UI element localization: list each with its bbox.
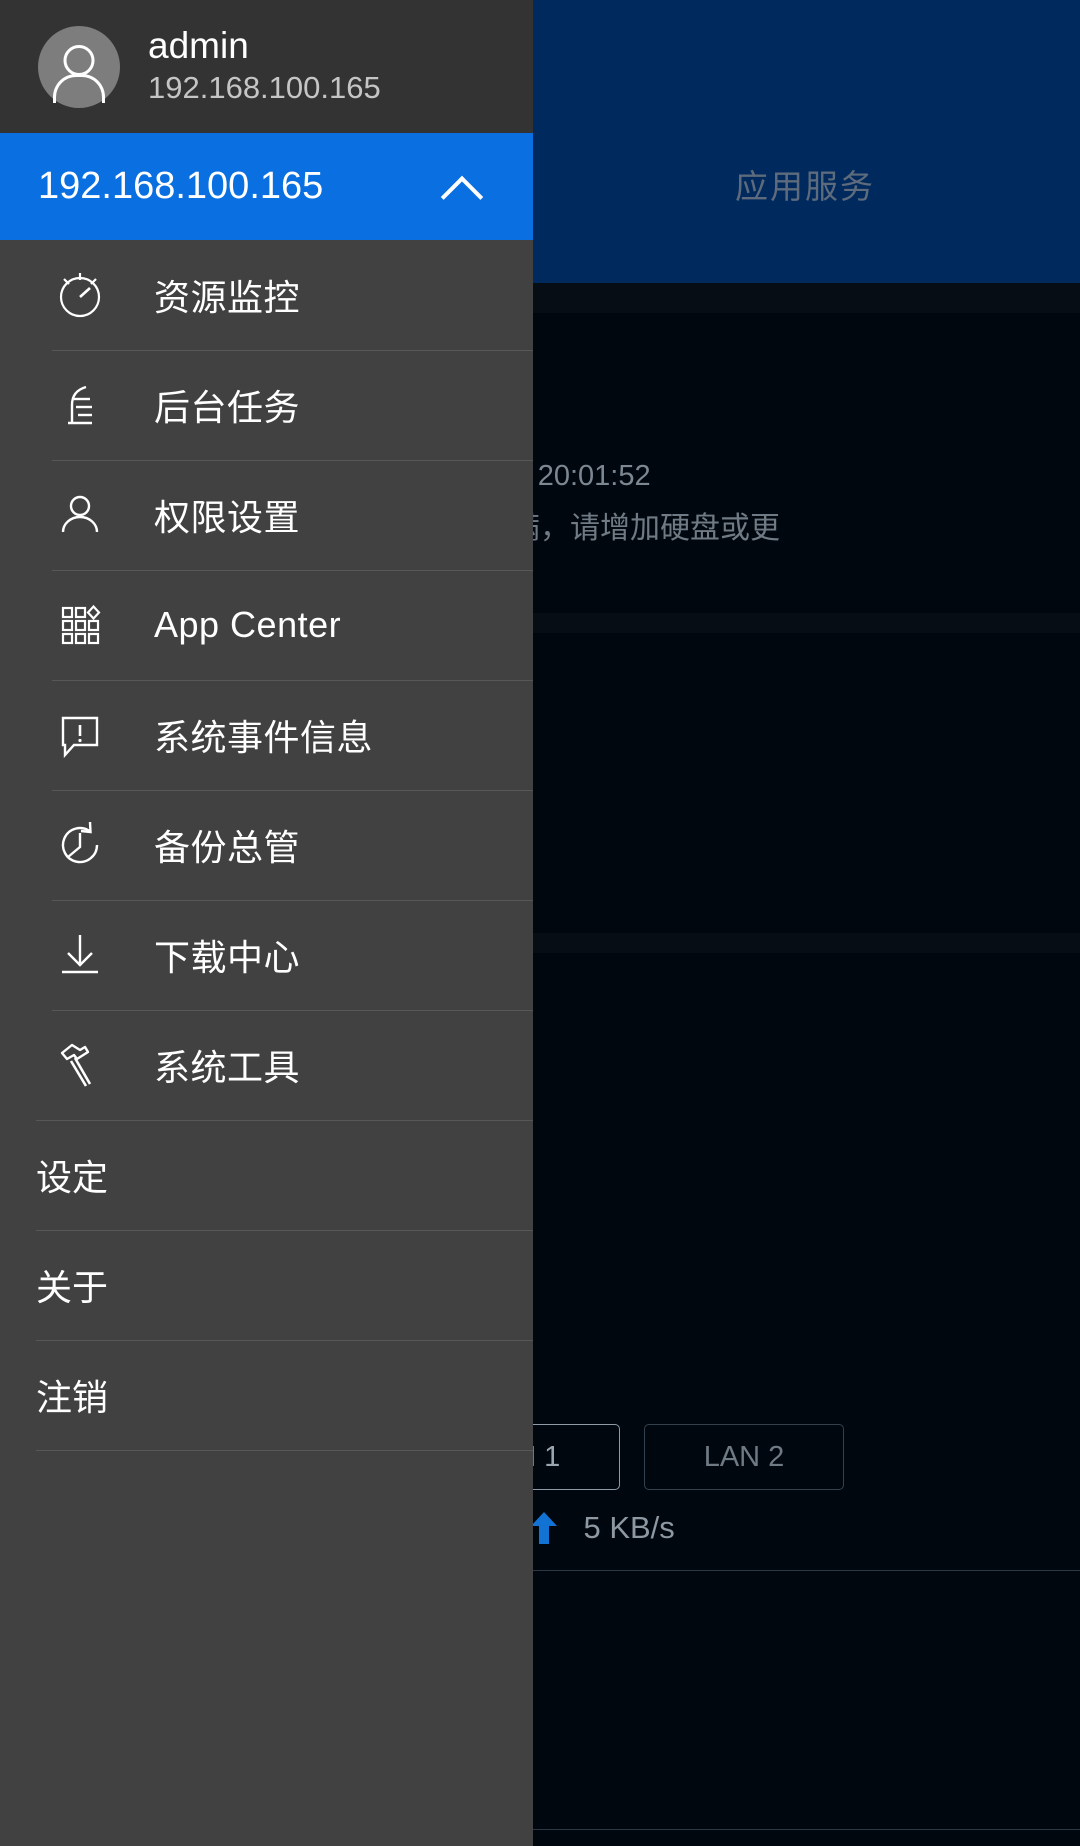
bottom-item-label: 注销 — [36, 1377, 109, 1418]
background-notice-line-2: 盘。 — [480, 543, 1080, 587]
menu-item-label: 备份总管 — [154, 827, 301, 868]
background-chart-box — [530, 1570, 1080, 1830]
menu-item-label: 下载中心 — [154, 937, 301, 978]
navigation-drawer: admin 192.168.100.165 192.168.100.165 资源… — [0, 0, 533, 1846]
app-grid-icon — [52, 597, 122, 653]
menu-item-app-center[interactable]: App Center — [0, 570, 533, 680]
bottom-item-settings[interactable]: 设定 — [0, 1120, 533, 1230]
host-selector-label: 192.168.100.165 — [38, 165, 324, 207]
bottom-item-logout[interactable]: 注销 — [0, 1340, 533, 1450]
menu-item-system-tools[interactable]: 系统工具 — [0, 1010, 533, 1120]
alert-message-icon — [52, 707, 122, 763]
host-selector[interactable]: 192.168.100.165 — [0, 133, 533, 240]
bottom-item-about[interactable]: 关于 — [0, 1230, 533, 1340]
menu-item-label: 系统事件信息 — [154, 717, 374, 758]
menu-item-label: 系统工具 — [154, 1047, 301, 1088]
profile-username: admin — [148, 24, 249, 66]
user-icon — [52, 487, 122, 543]
menu-item-permission-settings[interactable]: 权限设置 — [0, 460, 533, 570]
drawer-menu-list: 资源监控 后台任务 权限设置 App Center 系统事件信息 备份总管 下载… — [0, 240, 533, 1120]
background-notice-time: ) 20:01:52 — [520, 460, 651, 492]
download-icon — [52, 927, 122, 983]
upload-speed-value: 5 KB/s — [583, 1510, 675, 1545]
gauge-icon — [52, 267, 122, 323]
user-avatar-icon — [38, 25, 120, 108]
menu-item-backup-manager[interactable]: 备份总管 — [0, 790, 533, 900]
drawer-bottom-list: 设定 关于 注销 — [0, 1120, 533, 1451]
background-tab-app-services[interactable]: 应用服务 — [530, 160, 1080, 208]
bottom-item-label: 设定 — [36, 1157, 109, 1198]
profile-header[interactable]: admin 192.168.100.165 — [0, 0, 533, 133]
drawer-bottom-divider — [0, 1450, 533, 1451]
tasks-icon — [52, 377, 122, 433]
menu-item-resource-monitor[interactable]: 资源监控 — [0, 240, 533, 350]
menu-item-download-center[interactable]: 下载中心 — [0, 900, 533, 1010]
menu-item-label: App Center — [154, 604, 342, 645]
screen-root: 应用服务 ) 20:01:52 将满，请增加硬盘或更 盘。 LAN 1 LAN … — [0, 0, 1080, 1846]
lan-tab-2[interactable]: LAN 2 — [644, 1424, 844, 1490]
bottom-item-label: 关于 — [36, 1267, 109, 1308]
background-notice-line-1: 将满，请增加硬盘或更 — [480, 512, 780, 545]
profile-text-block: admin 192.168.100.165 — [148, 25, 381, 108]
backup-clock-icon — [52, 817, 122, 873]
hammer-icon — [52, 1037, 122, 1093]
profile-ip: 192.168.100.165 — [148, 70, 381, 106]
upload-arrow-icon — [531, 1512, 558, 1544]
menu-item-system-event-log[interactable]: 系统事件信息 — [0, 680, 533, 790]
menu-item-label: 权限设置 — [154, 497, 301, 538]
menu-item-label: 后台任务 — [154, 387, 301, 428]
menu-item-label: 资源监控 — [154, 277, 301, 318]
lan-speed-row: KB/s 5 KB/s — [440, 1510, 1080, 1546]
menu-item-background-tasks[interactable]: 后台任务 — [0, 350, 533, 460]
chevron-up-icon[interactable] — [443, 168, 481, 206]
